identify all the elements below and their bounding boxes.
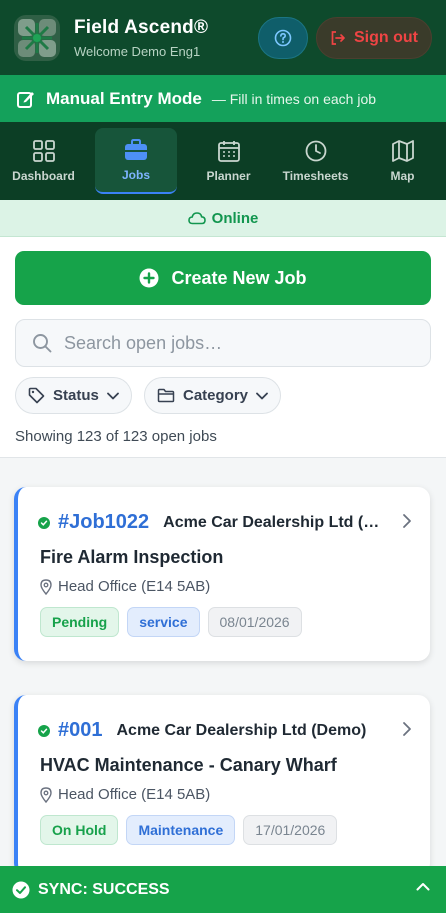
welcome-text: Welcome Demo Eng1 xyxy=(74,43,201,59)
jobs-count: Showing 123 of 123 open jobs xyxy=(15,428,217,445)
job-customer: Acme Car Dealership Ltd (… xyxy=(163,513,380,531)
cloud-icon xyxy=(187,212,206,225)
check-circle-icon xyxy=(38,724,50,737)
app-logo xyxy=(14,14,60,61)
manual-entry-banner: Manual Entry Mode — Fill in times on eac… xyxy=(0,75,446,122)
nav-label-dashboard: Dashboard xyxy=(12,169,75,183)
job-number: #001 xyxy=(58,719,103,741)
job-number: #Job1022 xyxy=(58,511,150,533)
date-badge: 17/01/2026 xyxy=(243,815,338,845)
status-filter[interactable]: Status xyxy=(15,377,132,414)
connection-status: Online xyxy=(0,200,446,237)
main-nav: Dashboard Jobs Planner Timesheets Map xyxy=(0,122,446,200)
nav-map[interactable]: Map xyxy=(359,128,446,194)
location-pin-icon xyxy=(40,578,52,595)
app-title: Field Ascend® xyxy=(74,16,209,38)
sync-status-bar[interactable]: SYNC: SUCCESS xyxy=(0,866,446,913)
nav-label-planner: Planner xyxy=(206,169,251,183)
nav-planner[interactable]: Planner xyxy=(185,128,272,194)
status-filter-label: Status xyxy=(53,387,99,404)
sign-out-label: Sign out xyxy=(354,29,418,46)
mode-title: Manual Entry Mode xyxy=(46,88,202,108)
chevron-right-icon xyxy=(403,514,411,528)
jobs-toolbar: Create New Job Status Category Showing 1… xyxy=(0,237,446,458)
sign-out-button[interactable]: Sign out xyxy=(316,17,432,59)
check-circle-icon xyxy=(38,516,50,529)
job-location: Head Office (E14 5AB) xyxy=(40,578,210,595)
job-card[interactable]: #001 Acme Car Dealership Ltd (Demo) HVAC… xyxy=(14,695,430,875)
help-icon xyxy=(274,29,292,47)
search-box xyxy=(15,319,431,367)
job-card[interactable]: #Job1022 Acme Car Dealership Ltd (… Fire… xyxy=(14,487,430,661)
help-button[interactable] xyxy=(258,17,308,59)
nav-label-timesheets: Timesheets xyxy=(282,169,349,183)
create-new-job-label: Create New Job xyxy=(171,267,307,288)
plus-circle-icon xyxy=(139,268,159,288)
grid-icon xyxy=(32,140,55,162)
briefcase-icon xyxy=(125,139,147,160)
online-label: Online xyxy=(211,209,259,227)
map-icon xyxy=(391,140,414,162)
check-circle-icon xyxy=(12,881,30,898)
nav-jobs[interactable]: Jobs xyxy=(95,128,177,194)
job-badges: Pending service 08/01/2026 xyxy=(40,607,302,637)
chevron-up-icon[interactable] xyxy=(416,882,430,891)
sign-out-icon xyxy=(331,31,345,45)
chevron-down-icon xyxy=(256,392,268,399)
location-pin-icon xyxy=(40,786,52,803)
category-filter-label: Category xyxy=(183,387,249,404)
category-badge: service xyxy=(127,607,200,637)
sync-status-label: SYNC: SUCCESS xyxy=(38,880,170,898)
job-location-text: Head Office (E14 5AB) xyxy=(58,578,211,595)
job-title: HVAC Maintenance - Canary Wharf xyxy=(40,755,337,775)
search-input[interactable] xyxy=(64,332,404,354)
app-header: Field Ascend® Welcome Demo Eng1 Sign out xyxy=(0,0,446,75)
nav-label-jobs: Jobs xyxy=(121,168,150,182)
job-title: Fire Alarm Inspection xyxy=(40,547,224,567)
mode-subtitle: — Fill in times on each job xyxy=(211,90,377,107)
edit-icon xyxy=(17,91,34,108)
nav-label-map: Map xyxy=(390,169,415,183)
folder-icon xyxy=(157,388,175,403)
job-header: #001 Acme Car Dealership Ltd (Demo) xyxy=(38,719,366,742)
job-badges: On Hold Maintenance 17/01/2026 xyxy=(40,815,338,845)
calendar-icon xyxy=(217,141,240,162)
category-badge: Maintenance xyxy=(126,815,236,845)
create-new-job-button[interactable]: Create New Job xyxy=(15,251,431,305)
nav-dashboard[interactable]: Dashboard xyxy=(0,128,87,194)
job-header: #Job1022 Acme Car Dealership Ltd (… xyxy=(38,511,379,534)
search-icon xyxy=(33,334,52,353)
chevron-right-icon xyxy=(403,722,411,736)
chevron-down-icon xyxy=(106,392,119,399)
job-customer: Acme Car Dealership Ltd (Demo) xyxy=(116,721,367,739)
status-badge: Pending xyxy=(40,607,120,637)
tag-icon xyxy=(28,387,45,404)
date-badge: 08/01/2026 xyxy=(207,607,302,637)
status-badge: On Hold xyxy=(40,815,119,845)
job-location: Head Office (E14 5AB) xyxy=(40,786,210,803)
category-filter[interactable]: Category xyxy=(144,377,282,414)
nav-timesheets[interactable]: Timesheets xyxy=(272,128,359,194)
clock-icon xyxy=(305,140,326,162)
job-location-text: Head Office (E14 5AB) xyxy=(58,786,211,803)
